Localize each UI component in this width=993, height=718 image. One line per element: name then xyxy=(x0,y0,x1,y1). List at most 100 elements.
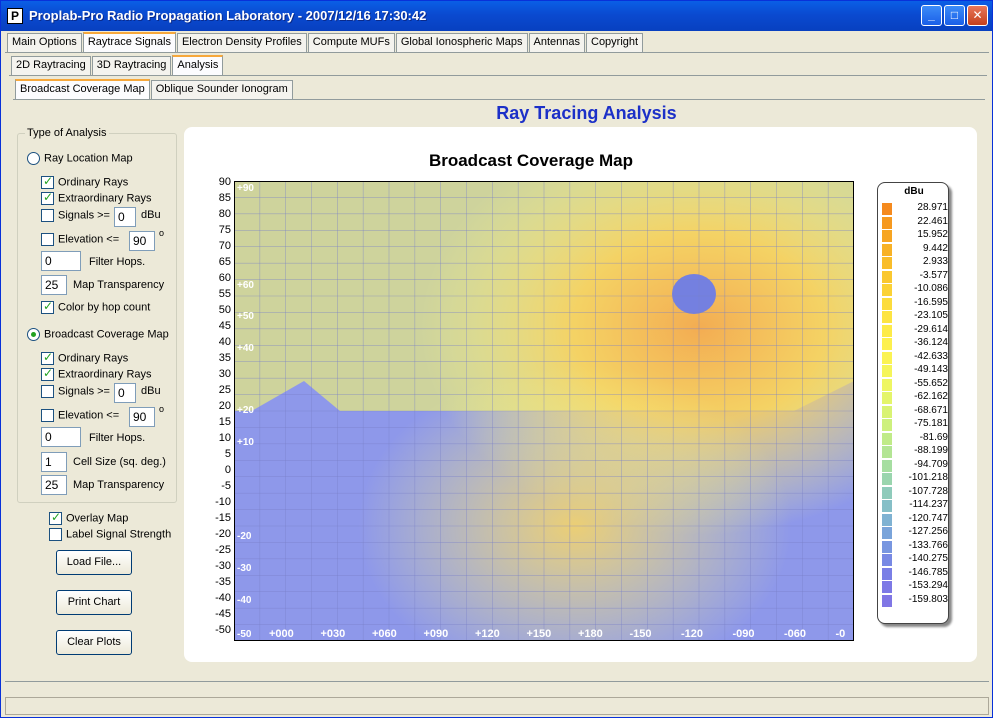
legend-label: -153.294 xyxy=(908,580,948,591)
clear-plots-button[interactable]: Clear Plots xyxy=(56,630,132,655)
legend-swatch xyxy=(882,257,892,269)
coverage-map-plot[interactable]: +90 +60 +50 +40 +20 +10 -20 -30 -40 -50 xyxy=(234,181,854,641)
legend-item: 9.442 xyxy=(882,243,948,256)
ordinary-rays-checkbox-2[interactable]: Ordinary Rays xyxy=(41,350,128,365)
y-tick-label: 5 xyxy=(224,448,231,460)
sub-tabs: 2D Raytracing 3D Raytracing Analysis xyxy=(11,55,224,76)
map-lat-label: +50 xyxy=(237,311,254,322)
tab-analysis-1[interactable]: Oblique Sounder Ionogram xyxy=(150,80,293,99)
checkbox-icon xyxy=(41,366,54,381)
legend-swatch xyxy=(882,230,892,242)
ray-location-radio[interactable]: Ray Location Map xyxy=(27,152,133,165)
signals-checkbox-1[interactable]: Signals >= xyxy=(41,209,110,222)
elevation-input-2[interactable]: 90 xyxy=(129,407,155,427)
legend-label: -81.69 xyxy=(919,431,948,443)
label-signal-strength-checkbox[interactable]: Label Signal Strength xyxy=(49,528,171,541)
y-tick-label: 30 xyxy=(218,368,231,380)
x-tick-label: +000 xyxy=(269,628,294,640)
legend-swatch xyxy=(882,594,892,607)
checkbox-icon xyxy=(49,528,62,541)
legend-swatch xyxy=(882,527,892,539)
legend-label: -75.181 xyxy=(914,418,948,429)
title-bar[interactable]: P Proplab-Pro Radio Propagation Laborato… xyxy=(1,1,992,31)
y-tick-label: 55 xyxy=(218,288,231,300)
y-tick-label: -30 xyxy=(215,560,231,572)
legend-item: -94.709 xyxy=(882,458,948,472)
legend-swatch xyxy=(882,554,892,566)
signals-input-1[interactable]: 0 xyxy=(114,207,136,227)
tab-main-0[interactable]: Main Options xyxy=(7,33,82,52)
legend-label: -146.785 xyxy=(908,566,948,578)
tab-analysis-0[interactable]: Broadcast Coverage Map xyxy=(15,79,150,99)
legend-label: -88.199 xyxy=(914,445,948,456)
y-tick-label: 90 xyxy=(218,176,231,188)
elevation-input-1[interactable]: 90 xyxy=(129,231,155,251)
legend-label: -114.237 xyxy=(909,499,948,510)
checkbox-icon xyxy=(41,190,54,205)
y-tick-label: 25 xyxy=(218,384,231,396)
checkbox-icon xyxy=(41,409,54,422)
broadcast-coverage-radio[interactable]: Broadcast Coverage Map xyxy=(27,328,169,341)
legend-swatch xyxy=(882,405,892,418)
legend-label: 15.952 xyxy=(917,229,948,240)
y-tick-label: 75 xyxy=(218,224,231,236)
legend-swatch xyxy=(882,459,892,472)
tab-sub-1[interactable]: 3D Raytracing xyxy=(91,56,172,75)
tab-sub-0[interactable]: 2D Raytracing xyxy=(11,56,91,75)
legend-item: -62.162 xyxy=(882,391,948,404)
tab-sub-2[interactable]: Analysis xyxy=(172,55,224,75)
minimize-button[interactable]: _ xyxy=(921,5,942,26)
ordinary-rays-checkbox-1[interactable]: Ordinary Rays xyxy=(41,174,128,189)
extraordinary-rays-checkbox-2[interactable]: Extraordinary Rays xyxy=(41,366,152,381)
legend-swatch xyxy=(882,513,892,526)
legend-label: -62.162 xyxy=(914,391,948,402)
filter-hops-input-1[interactable]: 0 xyxy=(41,251,81,271)
map-transparency-input-2[interactable]: 25 xyxy=(41,475,67,495)
signals-input-2[interactable]: 0 xyxy=(114,383,136,403)
tab-main-1[interactable]: Raytrace Signals xyxy=(82,32,176,52)
map-transparency-input-1[interactable]: 25 xyxy=(41,275,67,295)
legend-label: -42.633 xyxy=(914,350,948,362)
map-transparency-label-2: Map Transparency xyxy=(73,479,165,491)
legend-label: -16.595 xyxy=(914,296,948,308)
map-lat-label: +90 xyxy=(237,183,254,194)
elevation-checkbox-2[interactable]: Elevation <= xyxy=(41,409,119,422)
y-tick-label: 15 xyxy=(218,416,231,428)
legend-swatch xyxy=(882,540,892,553)
close-button[interactable]: ✕ xyxy=(967,5,988,26)
legend-swatch xyxy=(882,351,892,364)
legend-swatch xyxy=(882,216,892,229)
status-bar xyxy=(5,697,989,715)
map-lat-label: +40 xyxy=(237,343,254,354)
print-chart-button[interactable]: Print Chart xyxy=(56,590,132,615)
legend-swatch xyxy=(882,365,892,377)
x-tick-label: -120 xyxy=(681,628,704,640)
legend-item: -114.237 xyxy=(882,499,948,512)
legend-label: -94.709 xyxy=(914,458,948,470)
load-file-button[interactable]: Load File... xyxy=(56,550,132,575)
app-icon: P xyxy=(7,8,23,24)
tab-main-4[interactable]: Global Ionospheric Maps xyxy=(395,33,528,52)
elevation-checkbox-1[interactable]: Elevation <= xyxy=(41,233,119,246)
color-by-hop-checkbox[interactable]: Color by hop count xyxy=(41,299,150,314)
y-tick-label: -45 xyxy=(215,608,231,620)
cell-size-input[interactable]: 1 xyxy=(41,452,67,472)
legend-swatch xyxy=(882,311,892,323)
filter-hops-label-2: Filter Hops. xyxy=(89,432,146,444)
signals-checkbox-2[interactable]: Signals >= xyxy=(41,385,110,398)
legend-swatch xyxy=(882,473,892,485)
tab-main-5[interactable]: Antennas xyxy=(528,33,585,52)
legend-swatch xyxy=(882,297,892,310)
checkbox-icon xyxy=(41,174,54,189)
x-tick-label: -090 xyxy=(732,628,755,640)
legend-item: 22.461 xyxy=(882,216,948,229)
tab-main-2[interactable]: Electron Density Profiles xyxy=(176,33,307,52)
extraordinary-rays-checkbox-1[interactable]: Extraordinary Rays xyxy=(41,190,152,205)
filter-hops-input-2[interactable]: 0 xyxy=(41,427,81,447)
tab-main-6[interactable]: Copyright xyxy=(586,33,644,52)
overlay-map-checkbox[interactable]: Overlay Map xyxy=(49,510,128,525)
legend-item: -159.803 xyxy=(882,594,948,607)
app-window: P Proplab-Pro Radio Propagation Laborato… xyxy=(0,0,993,718)
tab-main-3[interactable]: Compute MUFs xyxy=(307,33,395,52)
maximize-button[interactable]: □ xyxy=(944,5,965,26)
